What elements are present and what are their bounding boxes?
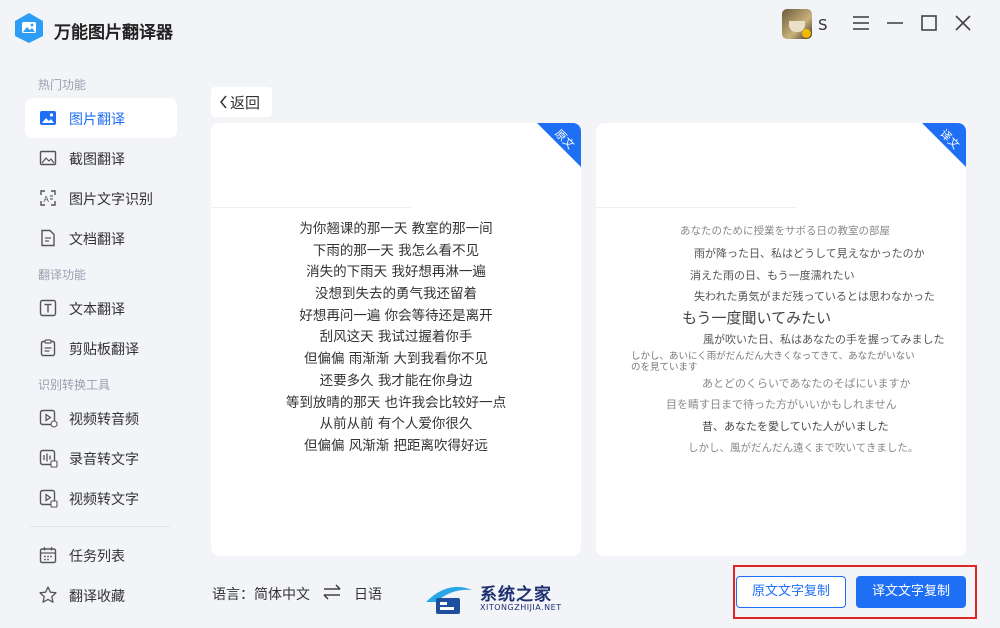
sidebar-item-image-translate[interactable]: 图片翻译 [25,98,177,138]
sidebar-item-text-translate[interactable]: 文本翻译 [25,288,177,328]
target-line: 目を睛す日まで待った方がいいかもしれません [666,398,897,411]
user-avatar[interactable] [782,9,812,39]
user-name[interactable]: S [818,16,828,34]
watermark-subtitle: XITONGZHIJIA.NET [480,603,562,612]
minimize-icon[interactable] [884,12,906,34]
menu-icon[interactable] [850,12,872,34]
section-label-tools: 识别转换工具 [38,378,111,392]
target-language-select[interactable]: 日语 [354,584,382,604]
sidebar-item-label: 剪贴板翻译 [69,342,139,358]
sidebar-divider [30,526,170,527]
sidebar-item-label: 图片文字识别 [69,192,153,208]
source-line: 但偏偏 雨渐渐 大到我看你不见 [303,351,489,368]
source-line: 好想再问一遍 你会等待还是离开 [299,307,493,324]
sidebar-item-video-to-audio[interactable]: 视频转音频 [25,398,177,438]
target-line: のを見ています [631,362,698,373]
copy-translation-text-button[interactable]: 译文文字复制 [856,576,966,608]
sidebar-item-task-list[interactable]: 任务列表 [25,535,177,575]
chevron-left-icon [220,95,227,109]
watermark-title: 系统之家 [480,585,552,605]
sidebar-item-video-to-text[interactable]: 视频转文字 [25,478,177,518]
image-icon [40,111,56,125]
sidebar-item-label: 视频转文字 [69,492,139,508]
source-line: 从前从前 有个人爱你很久 [319,416,473,433]
sidebar-item-document-translate[interactable]: 文档翻译 [25,218,177,258]
source-line: 刮风这天 我试过握着你手 [319,329,473,346]
source-line: 为你翘课的那一天 教室的那一间 [299,221,493,237]
text-icon [39,299,57,317]
target-line: 昔、あなたを愛していた人がいました [702,420,889,433]
sidebar-item-label: 录音转文字 [69,452,139,468]
sidebar-item-label: 文档翻译 [69,232,125,248]
sidebar-item-recording-to-text[interactable]: 录音转文字 [25,438,177,478]
app-logo-icon [15,13,43,43]
target-line: 消えた雨の日、もう一度濡れたい [690,269,855,282]
target-line: もう一度聞いてみたい [682,309,832,327]
target-line: あとどのくらいであなたのそばにいますか [702,377,911,390]
target-line: しかし、風がだんだん遠くまで吹いてきました。 [688,442,919,454]
copy-source-text-button[interactable]: 原文文字复制 [736,576,846,608]
language-label: 语言：简体中文 [212,587,310,603]
source-image-panel: 原文 为你翘课的那一天 教室的那一间 下雨的那一天 我怎么看不见 消失的下雨天 … [211,123,581,556]
site-watermark: 系统之家 XITONGZHIJIA.NET [422,578,582,618]
panel-divider [596,207,796,208]
sidebar: 热门功能 图片翻译 截图翻译 A 图片文字识别 文档翻译 翻译功能 文本翻译 剪… [0,56,196,628]
app-title: 万能图片翻译器 [54,23,173,43]
star-icon [39,586,57,603]
target-line: あなたのために授業をサボる日の教室の部屋 [680,225,890,237]
sidebar-item-screenshot-translate[interactable]: 截图翻译 [25,138,177,178]
sidebar-item-label: 文本翻译 [69,302,125,318]
source-text-lines: 为你翘课的那一天 教室的那一间 下雨的那一天 我怎么看不见 消失的下雨天 我好想… [211,219,581,458]
title-bar: 万能图片翻译器 S [0,0,1000,56]
sidebar-item-label: 截图翻译 [69,152,125,168]
section-label-translate: 翻译功能 [38,268,87,282]
target-line: 風が吹いた日、私はあなたの手を握ってみました [703,333,945,346]
video-audio-icon [39,409,58,428]
sidebar-item-clipboard-translate[interactable]: 剪贴板翻译 [25,328,177,368]
source-line: 等到放晴的那天 也许我会比较好一点 [285,394,507,411]
translated-image-panel: 译文 あなたのために授業をサボる日の教室の部屋 雨が降った日、私はどうして見えな… [596,123,966,556]
source-line: 但偏偏 风渐渐 把距离吹得好远 [303,437,489,454]
calendar-icon [39,547,57,564]
vip-badge-icon [802,29,811,38]
screenshot-icon [39,150,57,166]
document-icon [41,229,55,247]
source-line: 下雨的那一天 我怎么看不见 [312,242,480,259]
video-text-icon [39,489,58,508]
back-button[interactable]: 返回 [211,87,272,117]
close-icon[interactable] [952,12,974,34]
target-line: 失われた勇気がまだ残っているとは思わなかった [694,290,935,303]
sidebar-item-label: 任务列表 [69,549,125,565]
svg-text:A: A [44,195,50,204]
target-line: 雨が降った日、私はどうして見えなかったのか [694,247,925,260]
sidebar-item-ocr[interactable]: A 图片文字识别 [25,178,177,218]
source-line: 还要多久 我才能在你身边 [319,372,473,389]
ocr-icon: A [40,190,56,206]
sidebar-item-label: 图片翻译 [69,112,125,128]
source-line: 消失的下雨天 我好想再淋一遍 [306,264,486,281]
source-line: 没想到失去的勇气我还留着 [315,286,477,303]
clipboard-icon [40,339,56,357]
sidebar-item-label: 翻译收藏 [69,589,125,605]
back-label: 返回 [230,94,261,112]
maximize-icon[interactable] [918,12,940,34]
sidebar-item-label: 视频转音频 [69,412,139,428]
section-label-hot: 热门功能 [38,78,87,92]
swap-icon[interactable] [323,583,341,601]
watermark-logo-icon [426,586,472,614]
sidebar-item-favorites[interactable]: 翻译收藏 [25,575,177,615]
recording-icon [39,449,58,468]
panel-divider [211,207,411,208]
